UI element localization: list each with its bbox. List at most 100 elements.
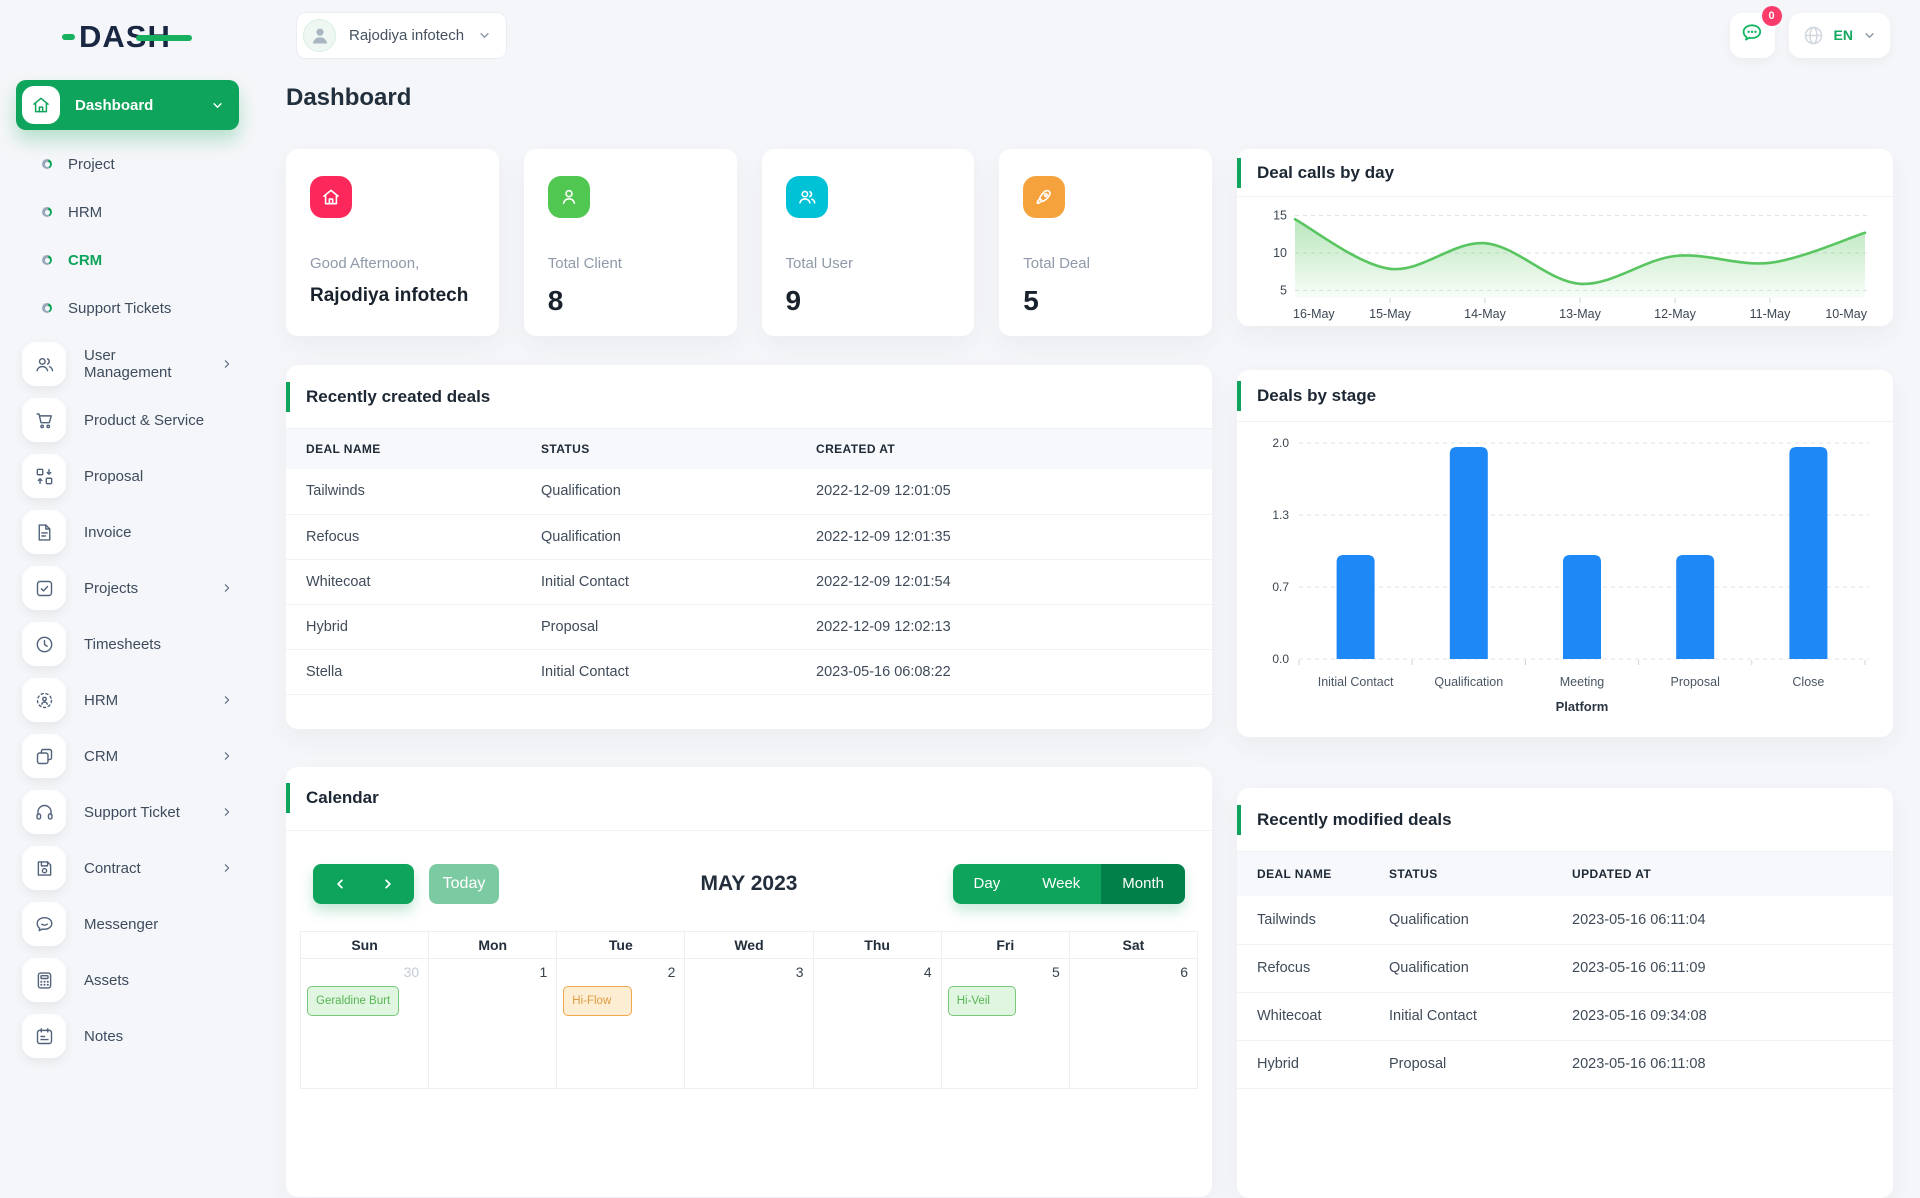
calendar-event[interactable]: Geraldine Burt	[307, 986, 399, 1016]
svg-text:12-May: 12-May	[1654, 307, 1696, 321]
table-cell: 2022-12-09 12:02:13	[806, 604, 1212, 649]
sidebar-item-assets[interactable]: Assets	[0, 952, 254, 1008]
table-cell: 2023-05-16 09:34:08	[1562, 992, 1893, 1040]
calendar-event[interactable]: Hi-Flow	[563, 986, 632, 1016]
table-cell: Whitecoat	[286, 559, 531, 604]
stat-label: Total Deal	[1023, 255, 1188, 272]
created-deals-table: DEAL NAMESTATUSCREATED ATTailwindsQualif…	[286, 429, 1212, 695]
table-row: TailwindsQualification2023-05-16 06:11:0…	[1237, 896, 1893, 944]
notes-icon	[22, 1014, 66, 1058]
svg-text:1.3: 1.3	[1272, 508, 1289, 522]
calendar-card: Calendar Today MAY 2023 DayWeekMonth Sun…	[286, 767, 1212, 1197]
sidebar-item-notes[interactable]: Notes	[0, 1008, 254, 1064]
calendar-date-number: 5	[942, 959, 1069, 983]
calendar-view-month[interactable]: Month	[1101, 864, 1185, 904]
sidebar-item-crm[interactable]: CRM	[0, 728, 254, 784]
calendar-date-number: 2	[557, 959, 684, 983]
calendar-day-cell: 3	[685, 958, 813, 1088]
calendar-day-cell: 30Geraldine Burt	[301, 958, 429, 1088]
stat-card-total-user: Total User9	[762, 149, 975, 336]
svg-text:16-May: 16-May	[1293, 307, 1335, 321]
rocket-icon	[1023, 176, 1065, 218]
sidebar-subitem-hrm[interactable]: HRM	[0, 188, 254, 236]
table-cell: Refocus	[286, 514, 531, 559]
dashboard-submenu: Project HRM CRM Support Tickets	[0, 140, 254, 332]
table-cell: Initial Contact	[1379, 992, 1562, 1040]
calendar-event[interactable]: Hi-Veil	[948, 986, 1017, 1016]
projects-icon	[22, 566, 66, 610]
svg-text:Initial Contact: Initial Contact	[1318, 675, 1394, 689]
bullet-icon	[42, 207, 52, 217]
sidebar-item-hrm[interactable]: HRM	[0, 672, 254, 728]
calendar-toolbar: Today MAY 2023 DayWeekMonth	[313, 864, 1185, 904]
svg-text:14-May: 14-May	[1464, 307, 1506, 321]
chevron-left-icon[interactable]	[332, 876, 348, 892]
stat-value: 5	[1023, 285, 1188, 317]
card-title: Deals by stage	[1257, 386, 1376, 406]
calendar-date-number: 3	[685, 959, 812, 983]
sidebar-item-projects[interactable]: Projects	[0, 560, 254, 616]
table-cell: Proposal	[1379, 1040, 1562, 1088]
sidebar-subitem-support-tickets[interactable]: Support Tickets	[0, 284, 254, 332]
accent-bar	[1237, 381, 1241, 411]
calendar-view-day[interactable]: Day	[953, 864, 1022, 904]
table-cell: Tailwinds	[1237, 896, 1379, 944]
table-row: HybridProposal2022-12-09 12:02:13	[286, 604, 1212, 649]
company-name: Rajodiya infotech	[349, 27, 464, 44]
weekday-header: Wed	[685, 931, 813, 958]
table-cell: 2022-12-09 12:01:05	[806, 469, 1212, 514]
sidebar-item-messenger[interactable]: Messenger	[0, 896, 254, 952]
column-header: DEAL NAME	[286, 429, 531, 469]
sidebar-item-timesheets[interactable]: Timesheets	[0, 616, 254, 672]
deal-calls-by-day-card: Deal calls by day 5101516-May15-May14-Ma…	[1237, 149, 1893, 326]
weekday-header: Tue	[557, 931, 685, 958]
chevron-right-icon	[220, 805, 234, 819]
app-logo[interactable]: DASH	[62, 18, 254, 56]
messages-button[interactable]: 0	[1730, 13, 1775, 58]
stat-label: Total User	[786, 255, 951, 272]
svg-text:Meeting: Meeting	[1560, 675, 1605, 689]
language-code: EN	[1834, 27, 1853, 43]
svg-text:Close: Close	[1792, 675, 1824, 689]
table-row: StellaInitial Contact2023-05-16 06:08:22	[286, 649, 1212, 694]
proposal-icon	[22, 454, 66, 498]
table-row: WhitecoatInitial Contact2023-05-16 09:34…	[1237, 992, 1893, 1040]
sidebar-subitem-crm[interactable]: CRM	[0, 236, 254, 284]
home-icon	[310, 176, 352, 218]
chevron-right-icon[interactable]	[380, 876, 396, 892]
stat-card-total-client: Total Client8	[524, 149, 737, 336]
calendar-month-title: MAY 2023	[701, 872, 798, 896]
sidebar-item-proposal[interactable]: Proposal	[0, 448, 254, 504]
chevron-down-icon	[1862, 28, 1877, 43]
sidebar-item-dashboard[interactable]: Dashboard	[16, 80, 239, 130]
user-icon	[548, 176, 590, 218]
chevron-right-icon	[220, 581, 234, 595]
table-cell: Hybrid	[1237, 1040, 1379, 1088]
card-title: Recently created deals	[306, 387, 490, 407]
table-cell: 2023-05-16 06:11:09	[1562, 944, 1893, 992]
clock-icon	[22, 622, 66, 666]
main-content: Dashboard Good Afternoon,Rajodiya infote…	[254, 84, 1920, 1198]
table-row: TailwindsQualification2022-12-09 12:01:0…	[286, 469, 1212, 514]
calendar-prev-next[interactable]	[313, 864, 414, 904]
calendar-view-week[interactable]: Week	[1021, 864, 1101, 904]
sidebar-item-user-management[interactable]: User Management	[0, 336, 254, 392]
table-cell: Refocus	[1237, 944, 1379, 992]
sidebar-item-contract[interactable]: Contract	[0, 840, 254, 896]
column-header: UPDATED AT	[1562, 852, 1893, 896]
table-cell: Qualification	[1379, 944, 1562, 992]
today-button[interactable]: Today	[429, 864, 499, 904]
sidebar-item-support-ticket[interactable]: Support Ticket	[0, 784, 254, 840]
sidebar-item-invoice[interactable]: Invoice	[0, 504, 254, 560]
sidebar-item-product-service[interactable]: Product & Service	[0, 392, 254, 448]
recently-created-deals-card: Recently created deals DEAL NAMESTATUSCR…	[286, 365, 1212, 729]
calculator-icon	[22, 958, 66, 1002]
sidebar-subitem-project[interactable]: Project	[0, 140, 254, 188]
topbar: Rajodiya infotech 0 EN	[254, 0, 1920, 70]
column-header: STATUS	[531, 429, 806, 469]
table-cell: 2023-05-16 06:08:22	[806, 649, 1212, 694]
svg-text:10: 10	[1273, 246, 1287, 260]
weekday-header: Fri	[941, 931, 1069, 958]
language-selector[interactable]: EN	[1789, 13, 1890, 58]
company-selector[interactable]: Rajodiya infotech	[296, 12, 507, 59]
